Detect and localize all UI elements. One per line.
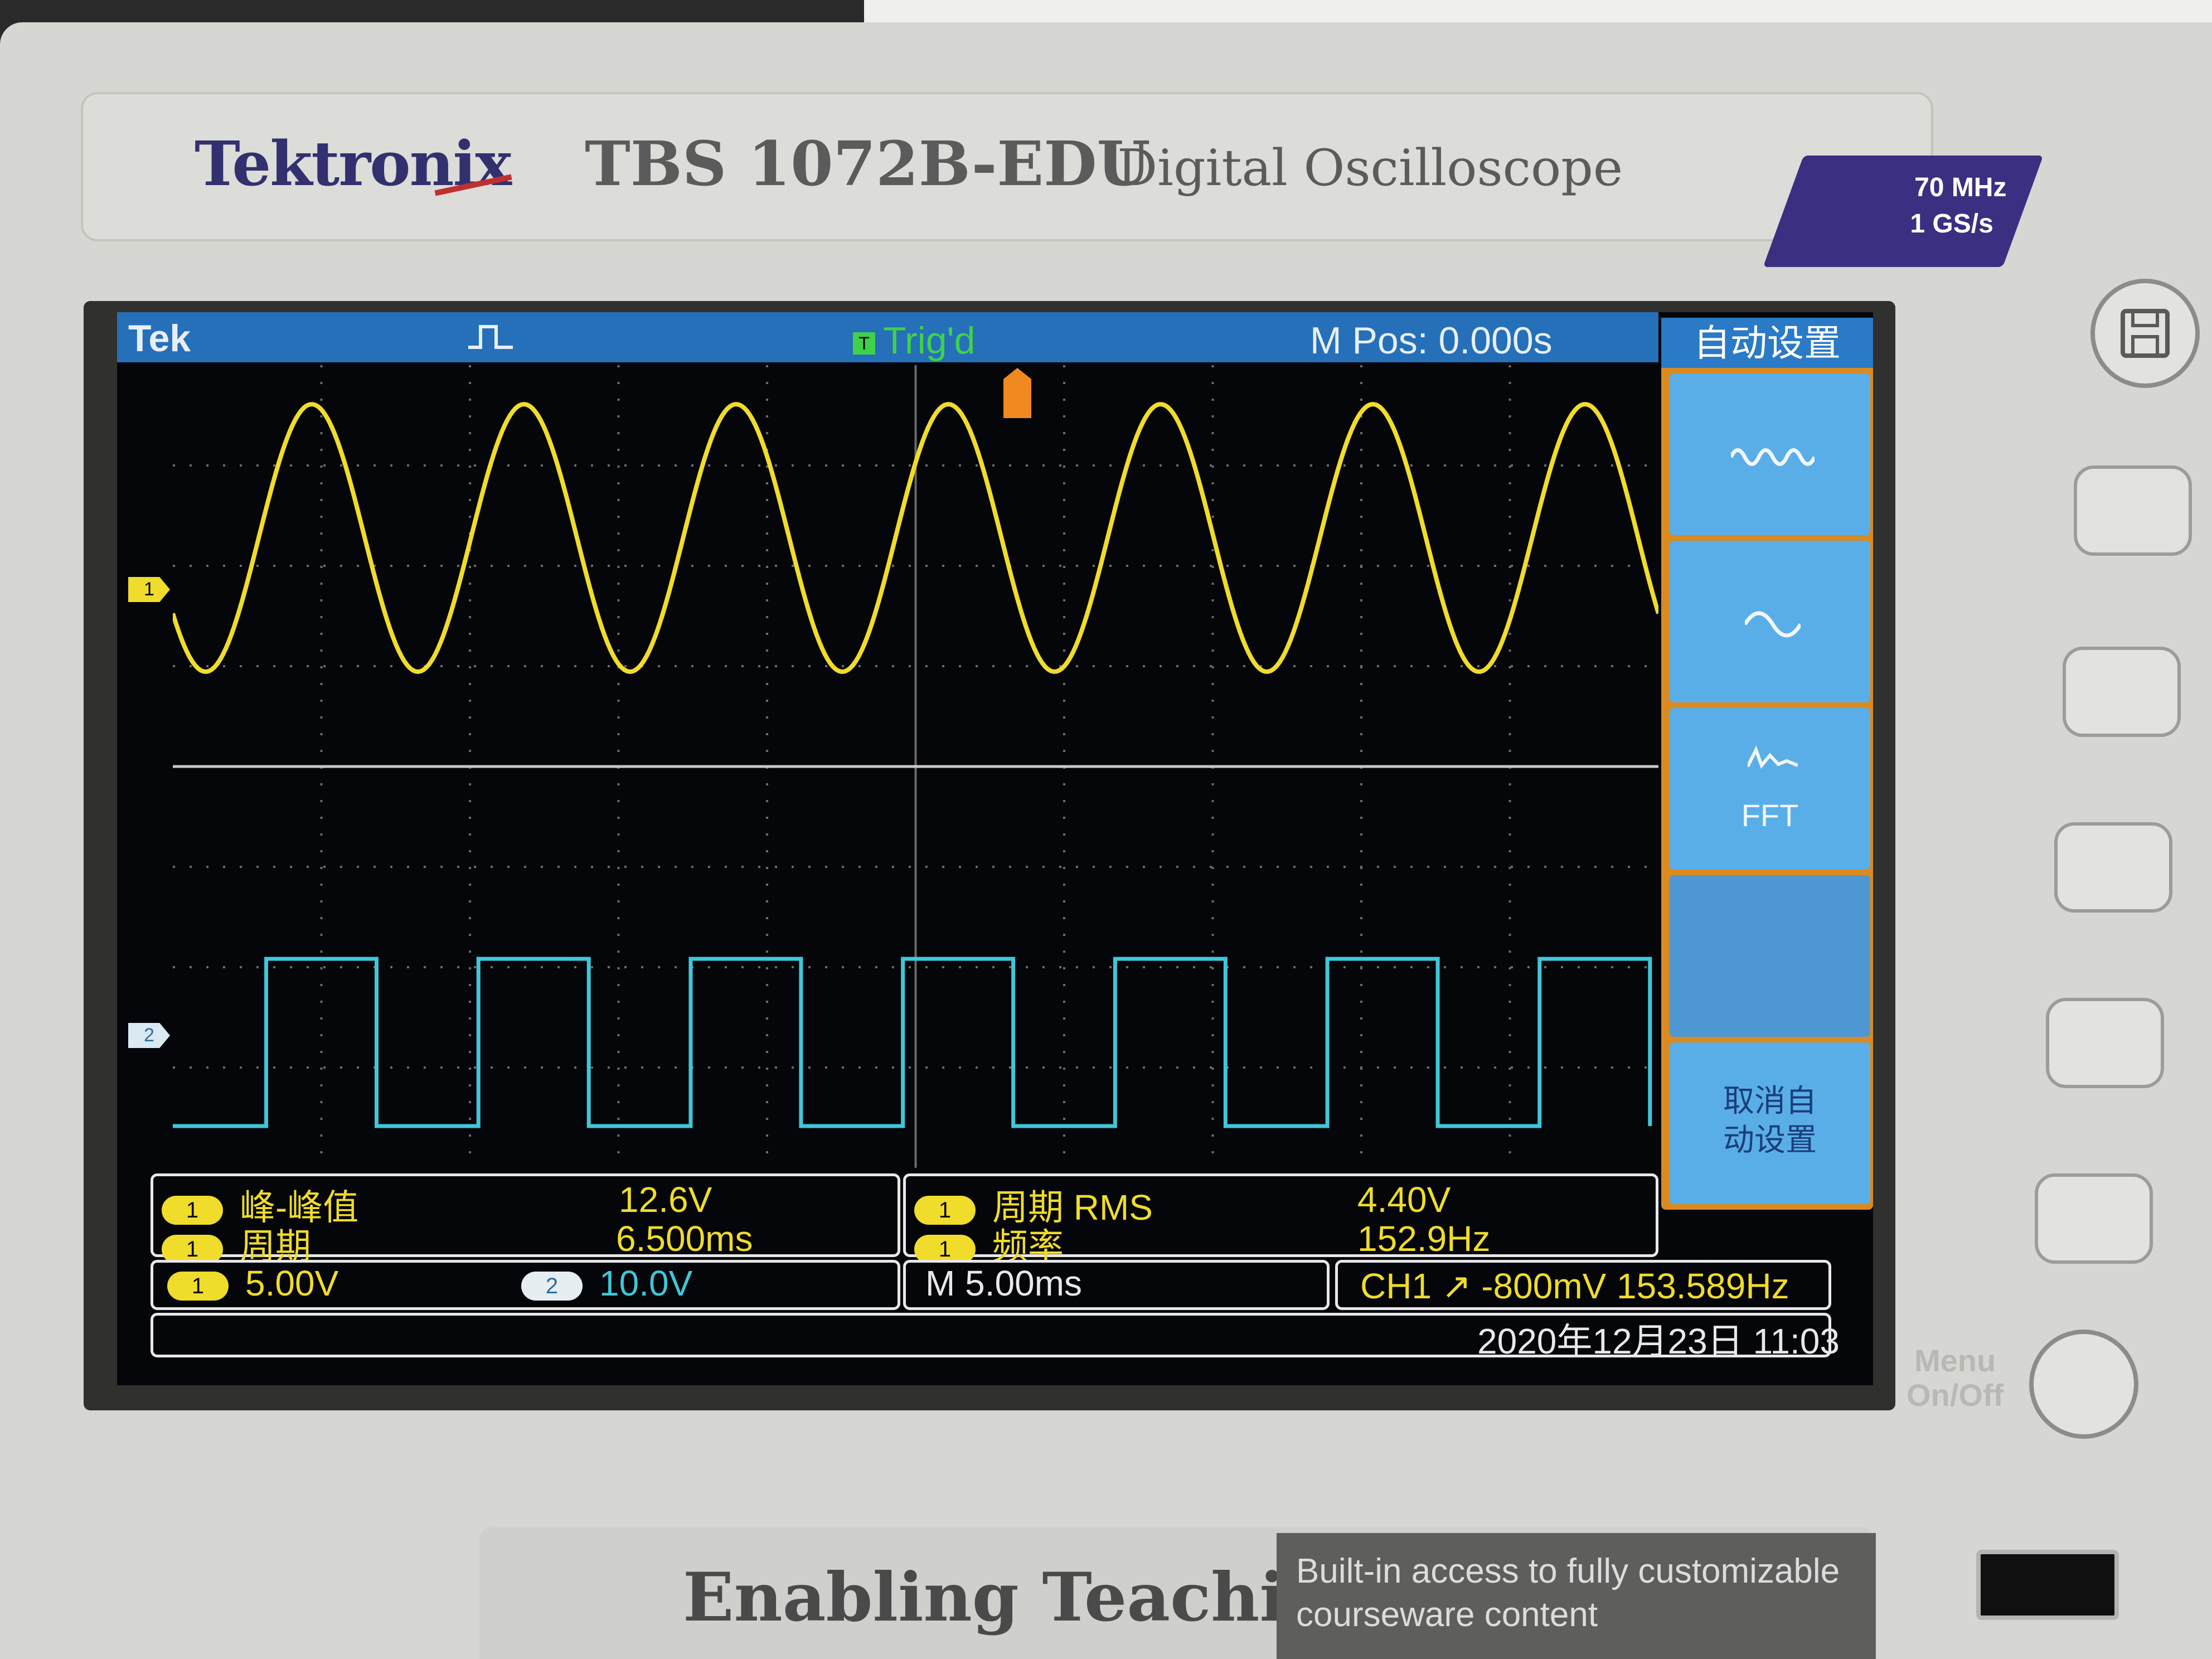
measurement-value: 12.6V [619, 1180, 712, 1220]
undo-autoset-label: 取消自 动设置 [1723, 1083, 1817, 1157]
ch2-marker-label: 2 [144, 1025, 154, 1046]
bottom-description: Built-in access to fully customizable co… [1296, 1550, 1840, 1637]
menu-button-multi-cycle[interactable] [1670, 373, 1870, 535]
menu-button-fft[interactable]: FFT [1670, 708, 1870, 870]
menu-button-blank[interactable] [1670, 875, 1870, 1037]
ch1-ground-marker[interactable]: 1 [128, 577, 170, 602]
ch1-marker-label: 1 [144, 579, 154, 600]
side-menu-button-3[interactable] [2054, 822, 2172, 913]
side-menu-button-1[interactable] [2074, 465, 2192, 556]
spec-bandwidth: 70 MHz [1914, 173, 2007, 202]
fft-icon [1748, 745, 1798, 769]
pulse-icon [468, 325, 513, 349]
tek-label: Tek [128, 317, 191, 360]
sine-icon [1745, 611, 1801, 638]
menu-button-undo-autoset[interactable]: 取消自 动设置 [1670, 1042, 1870, 1204]
side-menu-button-2[interactable] [2063, 647, 2181, 737]
ch2-scale[interactable]: 2 10.0V [521, 1263, 692, 1304]
bottom-desc-line-1: Built-in access to fully customizable [1296, 1552, 1840, 1590]
brand-bar: Tektronix TBS 1072B-EDU Digital Oscillos… [81, 92, 2044, 267]
measurement-value: 6.500ms [616, 1219, 753, 1259]
usb-port[interactable] [1976, 1550, 2119, 1620]
trigger-status: T Trig'd [853, 319, 975, 362]
menu-on-off-label: Menu On/Off [1907, 1343, 2004, 1413]
side-menu-button-4[interactable] [2046, 998, 2164, 1088]
trigger-frequency: 153.589Hz [1617, 1266, 1789, 1306]
ch2-ground-marker[interactable]: 2 [128, 1023, 170, 1048]
waveform-display [173, 365, 1658, 1168]
oscilloscope-screen: Tek T Trig'd M Pos: 0.000s 1 2 1 峰-峰值 12.6… [117, 312, 1873, 1385]
status-bar: Tek T Trig'd M Pos: 0.000s [117, 312, 1658, 362]
measurement-value: 152.9Hz [1357, 1219, 1491, 1259]
spec-badge: 70 MHz 1 GS/s [1763, 156, 2044, 267]
trigger-level[interactable]: CH1 ↗ -800mV [1360, 1265, 1606, 1307]
model-name: TBS 1072B-EDU [585, 128, 1151, 200]
menu-on-off-button[interactable] [2029, 1330, 2138, 1439]
graticule-grid [173, 365, 1658, 1168]
datetime: 2020年12月23日 11:03 [1477, 1321, 1840, 1361]
multi-sine-icon [1731, 448, 1815, 466]
ch2-waveform [173, 957, 1652, 1128]
ch1-scale-value: 5.00V [245, 1263, 339, 1303]
product-subtitle: Digital Oscilloscope [1117, 139, 1623, 197]
ch2-pill: 2 [521, 1272, 583, 1301]
save-button[interactable] [2090, 279, 2200, 388]
menu-button-single-cycle[interactable] [1670, 541, 1870, 702]
timebase[interactable]: M 5.00ms [925, 1263, 1082, 1304]
m-pos-readout: M Pos: 0.000s [1310, 319, 1553, 362]
trigger-position-marker [1003, 368, 1031, 418]
trigger-status-text: Trig'd [883, 319, 976, 362]
ch1-scale[interactable]: 1 5.00V [167, 1263, 338, 1304]
side-menu-button-5[interactable] [2035, 1173, 2153, 1264]
bottom-desc-line-2: courseware content [1296, 1595, 1598, 1634]
menu-title: 自动设置 [1661, 318, 1873, 368]
measurement-value: 4.40V [1357, 1180, 1451, 1220]
fft-label: FFT [1741, 798, 1799, 833]
save-icon [2121, 309, 2170, 358]
ch1-pill: 1 [167, 1272, 229, 1301]
spec-sample-rate: 1 GS/s [1910, 209, 1993, 239]
bottom-tagline: Enabling Teaching [683, 1558, 1381, 1637]
trigger-icon: T [853, 332, 875, 355]
ch2-scale-value: 10.0V [599, 1263, 693, 1303]
